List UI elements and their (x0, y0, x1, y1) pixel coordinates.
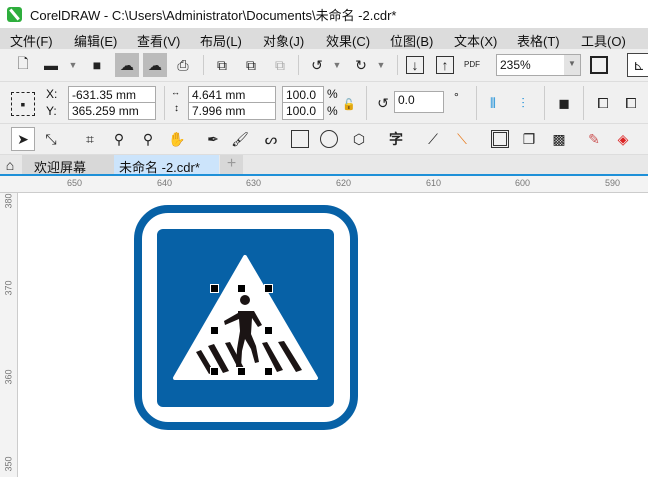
document-tabs: ⌂ 欢迎屏幕 未命名 -2.cdr* + (0, 155, 648, 176)
menu-view[interactable]: 查看(V) (137, 31, 180, 50)
reference-point-icon[interactable]: ▪ (11, 92, 35, 116)
ruler-label: 640 (157, 178, 173, 188)
trim-icon[interactable]: ⧠ (622, 94, 640, 112)
redo-dropdown-icon[interactable]: ▼ (372, 56, 390, 74)
y-position-input[interactable]: 365.259 mm (68, 102, 156, 120)
ruler-label: 370 (3, 280, 14, 296)
property-bar: ▪ X: Y: -631.35 mm 365.259 mm ↔ ↕ 4.641 … (0, 82, 648, 124)
ruler-label: 380 (3, 193, 14, 209)
menu-text[interactable]: 文本(X) (454, 31, 497, 50)
add-tab-button[interactable]: + (220, 155, 243, 174)
chevron-down-icon[interactable]: ▼ (564, 55, 580, 75)
brush-tool-icon[interactable]: 🖌 (231, 130, 249, 148)
import-cloud-icon[interactable]: ☁ (115, 53, 139, 77)
menu-layout[interactable]: 布局(L) (200, 31, 242, 50)
tab-welcome-screen[interactable]: 欢迎屏幕 (22, 155, 114, 175)
window-title: CorelDRAW - C:\Users\Administrator\Docum… (30, 7, 397, 23)
home-icon[interactable]: ⌂ (1, 156, 19, 174)
export-cloud-icon[interactable]: ☁ (143, 53, 167, 77)
save-icon[interactable]: ■ (88, 56, 106, 74)
new-document-icon[interactable]: 🗋 (14, 55, 32, 74)
menu-bitmap[interactable]: 位图(B) (390, 31, 433, 50)
open-dropdown-icon[interactable]: ▼ (64, 56, 82, 74)
crosswalk-sign[interactable] (130, 200, 370, 440)
contour-tool-icon[interactable] (491, 130, 509, 148)
paste-icon[interactable]: ⧉ (271, 56, 289, 74)
polygon-tool-icon[interactable]: ⬡ (350, 130, 368, 148)
ellipse-tool-icon[interactable] (320, 130, 338, 148)
curve-tool-icon[interactable]: ᔕ (262, 130, 280, 148)
zoom-level-select[interactable]: 235% ▼ (496, 54, 581, 76)
copy-icon[interactable]: ⧉ (242, 56, 260, 74)
height-icon: ↕ (174, 103, 179, 114)
tab-document[interactable]: 未命名 -2.cdr* (114, 155, 219, 175)
weld-icon[interactable]: ⧠ (594, 94, 612, 112)
mirror-vertical-icon[interactable]: ⫶ (514, 94, 532, 112)
undo-icon[interactable]: ↺ (308, 56, 326, 74)
crop-tool-icon[interactable]: ⌗ (81, 130, 99, 148)
percent-label: % (327, 104, 338, 118)
eyedropper-tool-icon[interactable]: ✎ (585, 130, 603, 148)
menu-bar: 文件(F) 编辑(E) 查看(V) 布局(L) 对象(J) 效果(C) 位图(B… (0, 28, 648, 49)
rotation-input[interactable]: 0.0 (394, 91, 444, 113)
arrange-order-icon[interactable]: ◼ (555, 94, 573, 112)
pan-tool-icon[interactable]: ✋ (168, 130, 186, 148)
menu-edit[interactable]: 编辑(E) (74, 31, 117, 50)
lock-ratio-icon[interactable]: 🔓 (340, 95, 358, 113)
menu-tools[interactable]: 工具(O) (581, 31, 626, 50)
title-bar: CorelDRAW - C:\Users\Administrator\Docum… (0, 0, 648, 28)
open-icon[interactable]: ▬ (42, 56, 60, 74)
toolbox: ➤ ⤡ ⌗ ⚲ ⚲ ✋ ✒ 🖌 ᔕ ⬡ 字 ⟋ ⟍ ❐ ▩ ✎ ◈ (0, 124, 648, 155)
degree-label: ° (454, 90, 459, 104)
zoom-to-page-icon[interactable] (590, 56, 608, 74)
rotate-icon: ↺ (377, 94, 389, 111)
x-label: X: (46, 87, 58, 101)
height-input[interactable]: 7.996 mm (188, 102, 276, 120)
ruler-label: 620 (336, 178, 352, 188)
menu-file[interactable]: 文件(F) (10, 31, 53, 50)
mirror-horizontal-icon[interactable]: ⫴ (484, 94, 502, 112)
zoom-out-tool-icon[interactable]: ⚲ (139, 130, 157, 148)
scale-y-input[interactable]: 100.0 (282, 102, 324, 120)
y-label: Y: (46, 104, 57, 118)
ruler-label: 610 (426, 178, 442, 188)
standard-toolbar: 🗋 ▬ ▼ ■ ☁ ☁ ⎙ ⧉ ⧉ ⧉ ↺ ▼ ↻ ▼ ↓ ↑ PDF 235%… (0, 49, 648, 82)
ruler-label: 650 (67, 178, 83, 188)
export-icon[interactable]: ↑ (436, 56, 454, 74)
text-tool-icon[interactable]: 字 (387, 130, 405, 148)
coreldraw-logo-icon (7, 6, 22, 22)
width-icon: ↔ (171, 87, 180, 97)
drop-shadow-tool-icon[interactable]: ❐ (520, 130, 538, 148)
menu-table[interactable]: 表格(T) (517, 31, 560, 50)
transparency-tool-icon[interactable]: ▩ (550, 130, 568, 148)
undo-dropdown-icon[interactable]: ▼ (328, 56, 346, 74)
ruler-label: 590 (605, 178, 621, 188)
import-icon[interactable]: ↓ (406, 56, 424, 74)
ruler-label: 630 (246, 178, 262, 188)
print-icon[interactable]: ⎙ (174, 56, 192, 74)
ruler-label: 600 (515, 178, 531, 188)
ruler-label: 350 (3, 456, 14, 472)
menu-effects[interactable]: 效果(C) (326, 31, 370, 50)
pick-tool-icon[interactable]: ➤ (11, 127, 35, 151)
rectangle-tool-icon[interactable] (291, 130, 309, 148)
rulers-icon[interactable]: ⊾ (627, 53, 648, 77)
ruler-label: 360 (3, 369, 14, 385)
menu-object[interactable]: 对象(J) (263, 31, 304, 50)
pen-tool-icon[interactable]: ✒ (204, 130, 222, 148)
zoom-tool-icon[interactable]: ⚲ (110, 130, 128, 148)
cut-icon[interactable]: ⧉ (213, 56, 231, 74)
shape-tool-icon[interactable]: ⤡ (42, 130, 60, 148)
vertical-ruler[interactable]: 380 370 360 350 (0, 193, 18, 477)
fill-tool-icon[interactable]: ◈ (614, 130, 632, 148)
horizontal-ruler[interactable]: 650 640 630 620 610 600 590 (0, 176, 648, 193)
connector-tool-icon[interactable]: ⟍ (453, 130, 471, 148)
redo-icon[interactable]: ↻ (352, 56, 370, 74)
dimension-tool-icon[interactable]: ⟋ (424, 130, 442, 148)
percent-label: % (327, 87, 338, 101)
publish-pdf-icon[interactable]: PDF (463, 55, 481, 73)
